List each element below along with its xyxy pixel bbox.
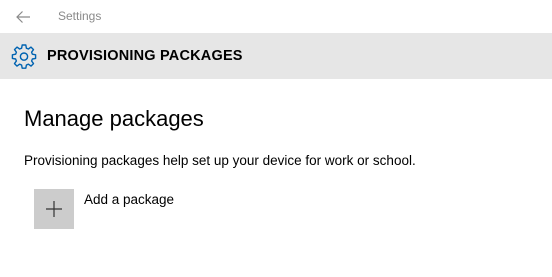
back-button[interactable] bbox=[0, 0, 46, 33]
gear-icon bbox=[11, 44, 37, 69]
title-bar: Settings bbox=[0, 0, 552, 33]
add-package-tile[interactable] bbox=[34, 189, 74, 229]
section-title: Manage packages bbox=[24, 106, 204, 131]
plus-icon bbox=[46, 201, 62, 217]
arrow-left-icon bbox=[16, 10, 30, 23]
add-package-button[interactable]: Add a package bbox=[34, 189, 174, 229]
add-package-label: Add a package bbox=[84, 192, 175, 207]
window-title: Settings bbox=[58, 9, 102, 23]
page-title: PROVISIONING PACKAGES bbox=[47, 48, 243, 64]
section-description: Provisioning packages help set up your d… bbox=[24, 153, 416, 168]
page-header: PROVISIONING PACKAGES bbox=[0, 33, 552, 79]
